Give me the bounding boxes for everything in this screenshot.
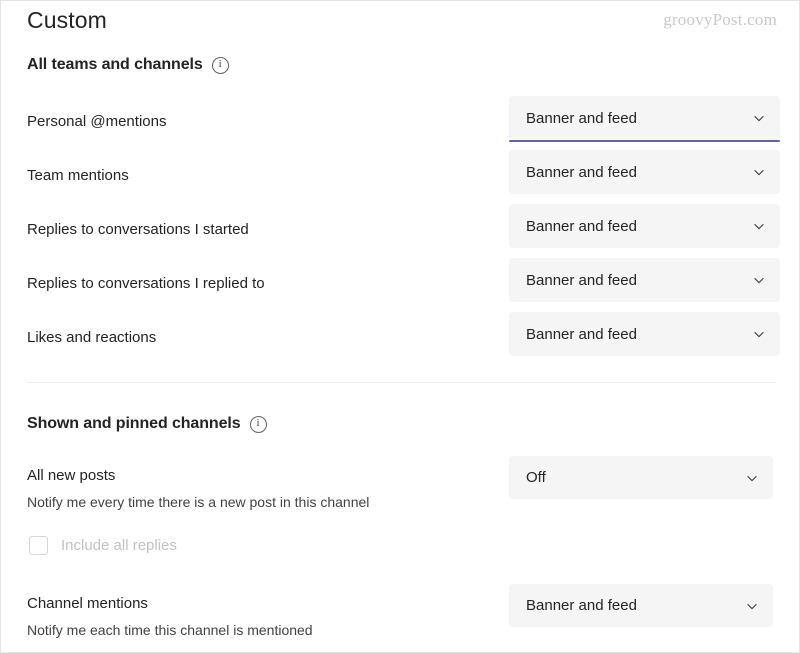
row-label-replies-replied: Replies to conversations I replied to <box>27 275 265 292</box>
section-divider <box>27 382 776 383</box>
section-title: All teams and channels <box>27 56 203 73</box>
chevron-down-icon <box>747 603 757 609</box>
checkbox-row-include-all-replies[interactable]: Include all replies <box>29 536 177 555</box>
section-title: Shown and pinned channels <box>27 415 241 432</box>
chevron-down-icon <box>754 331 764 338</box>
dropdown-replies-started[interactable]: Banner and feed <box>509 204 780 248</box>
chevron-down-icon <box>747 475 757 481</box>
dropdown-value: Banner and feed <box>526 271 637 289</box>
page-title: Custom <box>27 7 107 33</box>
section-header-all-teams-and-channels: All teams and channels i <box>27 56 229 74</box>
row-description-channel-mentions: Notify me each time this channel is ment… <box>27 622 313 638</box>
row-label-channel-mentions: Channel mentions <box>27 595 148 612</box>
chevron-down-icon <box>754 277 764 284</box>
row-label-replies-started: Replies to conversations I started <box>27 221 249 238</box>
row-label-all-new-posts: All new posts <box>27 467 116 484</box>
row-label-team-mentions: Team mentions <box>27 167 129 184</box>
watermark: groovyPost.com <box>663 10 777 29</box>
dropdown-personal-mentions[interactable]: Banner and feed <box>509 96 780 142</box>
info-icon[interactable]: i <box>249 415 267 433</box>
row-label-likes-reactions: Likes and reactions <box>27 329 157 346</box>
dropdown-all-new-posts[interactable]: Off <box>509 456 773 499</box>
dropdown-replies-replied[interactable]: Banner and feed <box>509 258 780 302</box>
info-icon[interactable]: i <box>211 56 229 74</box>
section-header-shown-and-pinned-channels: Shown and pinned channels i <box>27 415 267 433</box>
checkbox-label: Include all replies <box>61 537 177 554</box>
chevron-down-icon <box>754 169 764 176</box>
notification-settings-panel: groovyPost.com Custom All teams and chan… <box>0 0 800 653</box>
chevron-down-icon <box>754 223 764 230</box>
dropdown-value: Banner and feed <box>526 217 637 235</box>
chevron-down-icon <box>754 115 764 122</box>
dropdown-value: Banner and feed <box>526 109 637 127</box>
dropdown-value: Banner and feed <box>526 163 637 181</box>
checkbox-include-all-replies[interactable] <box>29 536 48 555</box>
dropdown-value: Off <box>526 469 546 486</box>
dropdown-likes-reactions[interactable]: Banner and feed <box>509 312 780 356</box>
dropdown-channel-mentions[interactable]: Banner and feed <box>509 584 773 627</box>
dropdown-value: Banner and feed <box>526 325 637 343</box>
row-label-personal-mentions: Personal @mentions <box>27 113 167 130</box>
dropdown-value: Banner and feed <box>526 597 637 614</box>
dropdown-team-mentions[interactable]: Banner and feed <box>509 150 780 194</box>
row-description-all-new-posts: Notify me every time there is a new post… <box>27 494 370 510</box>
